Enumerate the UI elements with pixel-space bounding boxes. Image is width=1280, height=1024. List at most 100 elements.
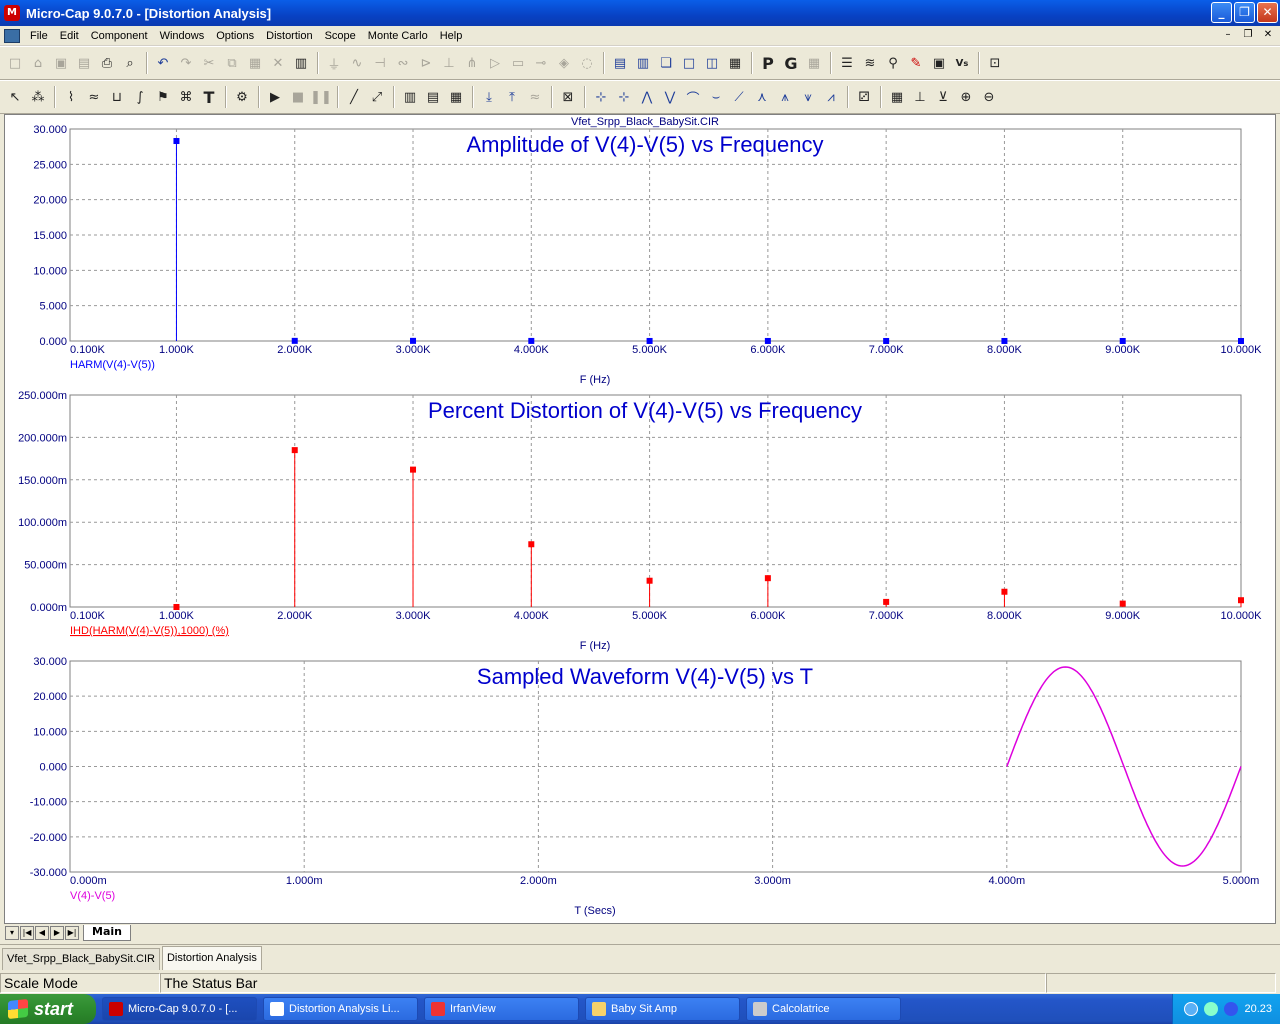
menu-options[interactable]: Options: [210, 26, 260, 46]
restore-icon[interactable]: ❐: [1234, 2, 1255, 23]
open-icon[interactable]: ⌂: [27, 52, 49, 74]
low-icon[interactable]: ⌣: [705, 86, 727, 108]
wave-icon[interactable]: ≈: [83, 86, 105, 108]
window-icon[interactable]: □: [678, 52, 700, 74]
save-icon[interactable]: ▣: [50, 52, 72, 74]
menu-help[interactable]: Help: [434, 26, 469, 46]
minor-grid-icon[interactable]: ▤: [422, 86, 444, 108]
global-high-icon[interactable]: ⩚: [774, 86, 796, 108]
menu-edit[interactable]: Edit: [54, 26, 85, 46]
p-icon[interactable]: P: [757, 52, 779, 74]
zoom-in-icon[interactable]: ⊕: [955, 86, 977, 108]
bus-icon[interactable]: ⊔: [106, 86, 128, 108]
mdi-close-icon[interactable]: ✕: [1260, 28, 1276, 42]
micro-cap-icon[interactable]: M: [4, 5, 20, 21]
menu-file[interactable]: File: [24, 26, 54, 46]
undo-icon[interactable]: ↶: [152, 52, 174, 74]
junction-icon[interactable]: ◈: [553, 52, 575, 74]
sheet-tab-main[interactable]: Main: [83, 924, 131, 941]
global-low-icon[interactable]: ⩛: [797, 86, 819, 108]
component-icon[interactable]: ⁂: [27, 86, 49, 108]
battery-icon[interactable]: ⊥: [438, 52, 460, 74]
scale-icon[interactable]: ▦: [886, 86, 908, 108]
last-icon[interactable]: ▶|: [65, 925, 79, 940]
list-icon[interactable]: ☰: [836, 52, 858, 74]
pointer-icon[interactable]: ↖: [4, 86, 26, 108]
capacitor-icon[interactable]: ⊣: [369, 52, 391, 74]
opamp-icon[interactable]: ▷: [484, 52, 506, 74]
plot-window[interactable]: Vfet_Srpp_Black_BabySit.CIR 0.100K 1.000K…: [4, 114, 1276, 924]
mdi-restore-icon[interactable]: ❐: [1240, 28, 1256, 42]
stop-icon[interactable]: ■: [287, 86, 309, 108]
start-button[interactable]: start: [0, 994, 96, 1024]
delete-icon[interactable]: ✕: [267, 52, 289, 74]
dropdown-icon[interactable]: ▾: [5, 925, 19, 940]
wire-icon[interactable]: ▭: [507, 52, 529, 74]
properties-icon[interactable]: ⚙: [231, 86, 253, 108]
pause-icon[interactable]: ❚❚: [310, 86, 332, 108]
ruler-icon[interactable]: ⌘: [175, 86, 197, 108]
layout-icon[interactable]: ▦: [803, 52, 825, 74]
first-icon[interactable]: |◀: [20, 925, 34, 940]
tile-horizontal-icon[interactable]: ▤: [609, 52, 631, 74]
plot-canvas[interactable]: Vfet_Srpp_Black_BabySit.CIR 0.100K 1.000K…: [5, 115, 1275, 923]
doc-tab-distortion[interactable]: Distortion Analysis: [161, 946, 262, 970]
flag-icon[interactable]: ⚑: [152, 86, 174, 108]
network-icon[interactable]: [1204, 1002, 1219, 1016]
calculator-icon[interactable]: ▦: [724, 52, 746, 74]
peak-icon[interactable]: ⋀: [636, 86, 658, 108]
inductor-icon[interactable]: ∾: [392, 52, 414, 74]
probe-icon[interactable]: ⚲: [882, 52, 904, 74]
zoom-extent-icon[interactable]: ⊡: [984, 52, 1006, 74]
menu-scope[interactable]: Scope: [319, 26, 362, 46]
slope-icon[interactable]: ⟋: [728, 86, 750, 108]
marker-icon[interactable]: ≈: [524, 86, 546, 108]
cursor-mode2-icon[interactable]: ⊹: [613, 86, 635, 108]
document-icon[interactable]: [4, 28, 20, 43]
tile-vertical-icon[interactable]: ▥: [632, 52, 654, 74]
cursor-left-icon[interactable]: ⤓: [478, 86, 500, 108]
step-icon[interactable]: ∫: [129, 86, 151, 108]
cut-icon[interactable]: ✂: [198, 52, 220, 74]
task-irfanview[interactable]: IrfanView: [424, 997, 579, 1021]
waveform-icon[interactable]: ≋: [859, 52, 881, 74]
prev-icon[interactable]: ◀: [35, 925, 49, 940]
print-preview-icon[interactable]: ⌕: [119, 52, 141, 74]
task-microcap[interactable]: Micro-Cap 9.0.7.0 - [...: [102, 997, 257, 1021]
next-icon[interactable]: ▶: [50, 925, 64, 940]
save-all-icon[interactable]: ▤: [73, 52, 95, 74]
pen-icon[interactable]: ✎: [905, 52, 927, 74]
valley-icon[interactable]: ⋁: [659, 86, 681, 108]
menu-distortion[interactable]: Distortion: [260, 26, 318, 46]
run-icon[interactable]: ▶: [264, 86, 286, 108]
task-baby-sit-amp[interactable]: Baby Sit Amp: [585, 997, 740, 1021]
g-icon[interactable]: G: [780, 52, 802, 74]
cursor-mode-icon[interactable]: ⊹: [590, 86, 612, 108]
close-icon[interactable]: ✕: [1257, 2, 1278, 23]
redo-icon[interactable]: ↷: [175, 52, 197, 74]
cascade-icon[interactable]: ❏: [655, 52, 677, 74]
data-point-icon[interactable]: ⊠: [557, 86, 579, 108]
grid-icon[interactable]: ▥: [399, 86, 421, 108]
resistor-icon[interactable]: ∿: [346, 52, 368, 74]
paste-icon[interactable]: ▦: [244, 52, 266, 74]
probe-pin-icon[interactable]: ◌: [576, 52, 598, 74]
ground-icon[interactable]: ⏚: [323, 52, 345, 74]
window-titlebar[interactable]: M Micro-Cap 9.0.7.0 - [Distortion Analys…: [0, 0, 1280, 26]
print-icon[interactable]: ⎙: [96, 52, 118, 74]
line-icon[interactable]: ╱: [343, 86, 365, 108]
cursor-right-icon[interactable]: ⤒: [501, 86, 523, 108]
menu-windows[interactable]: Windows: [154, 26, 211, 46]
task-distortion-list[interactable]: Distortion Analysis Li...: [263, 997, 418, 1021]
graph-icon[interactable]: ⌇: [60, 86, 82, 108]
text-icon[interactable]: T: [198, 86, 220, 108]
doc-tab-circuit[interactable]: Vfet_Srpp_Black_BabySit.CIR: [2, 948, 160, 970]
bluetooth-icon[interactable]: [1224, 1002, 1239, 1016]
inflection-icon[interactable]: ⋏: [751, 86, 773, 108]
data-icon[interactable]: ⚂: [853, 86, 875, 108]
menu-monte-carlo[interactable]: Monte Carlo: [362, 26, 434, 46]
split-icon[interactable]: ◫: [701, 52, 723, 74]
select-all-icon[interactable]: ▥: [290, 52, 312, 74]
vs-icon[interactable]: Vs: [951, 52, 973, 74]
stepping-icon[interactable]: ▣: [928, 52, 950, 74]
